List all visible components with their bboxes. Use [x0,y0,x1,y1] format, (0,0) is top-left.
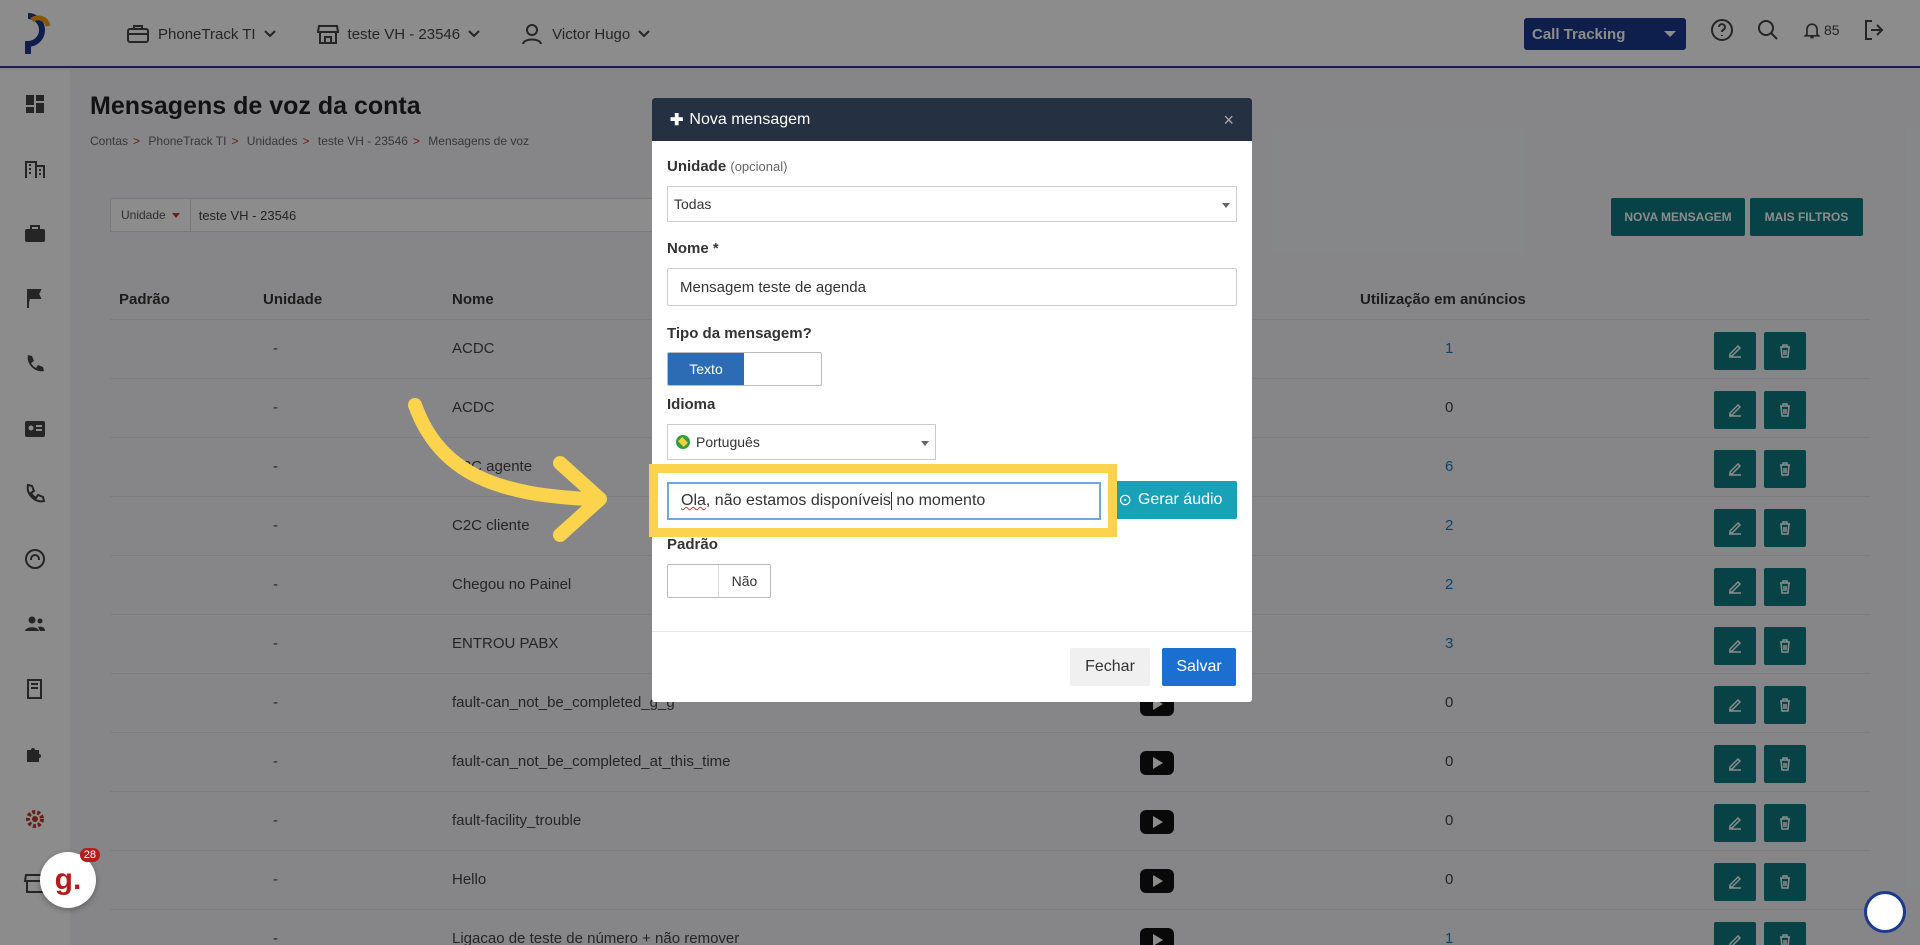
save-button[interactable]: Salvar [1162,648,1236,686]
idioma-label: Idioma [667,396,716,413]
g-widget[interactable]: g. 28 [40,848,100,908]
g-logo-icon: g. [54,863,82,896]
text-part: , não estamos disponíveis [705,492,891,509]
caret-down-icon [1222,203,1230,208]
padrao-label: Padrão [667,536,718,553]
nome-label: Nome * [667,240,719,257]
padrao-toggle[interactable]: Não [667,564,771,598]
unidade-value: Todas [674,196,712,212]
play-circle-icon: ⊙ [1118,492,1132,509]
idioma-value: Português [696,434,760,450]
modal-header: ✚ Nova mensagem × [652,98,1252,141]
nome-input[interactable]: Mensagem teste de agenda [667,268,1237,306]
padrao-value: Não [718,565,770,597]
idioma-select[interactable]: Português [667,424,936,460]
new-message-modal: ✚ Nova mensagem × Unidade (opcional) Tod… [652,98,1252,702]
modal-footer: Fechar Salvar [652,631,1252,702]
pointer-arrow-icon [408,398,607,542]
modal-title: Nova mensagem [689,110,811,128]
plus-icon: ✚ [670,111,684,129]
caret-down-icon [921,441,929,446]
close-button[interactable]: Fechar [1070,648,1150,686]
text-part: Ola [681,492,706,509]
message-text-input[interactable]: Ola, não estamos disponíveis no momento [667,482,1101,520]
generate-audio-button[interactable]: ⊙ Gerar áudio [1104,481,1237,519]
widget-count: 28 [79,848,100,862]
support-chat-icon[interactable] [1864,891,1906,933]
brazil-flag-icon [676,435,690,449]
tipo-toggle[interactable]: Texto [667,352,822,386]
tipo-toggle-texto[interactable]: Texto [668,353,744,385]
close-icon[interactable]: × [1223,110,1234,131]
tipo-label: Tipo da mensagem? [667,325,812,342]
unidade-label: Unidade (opcional) [667,158,788,175]
unidade-select[interactable]: Todas [667,186,1237,222]
text-part: no momento [891,492,986,509]
generate-audio-label: Gerar áudio [1137,491,1223,508]
